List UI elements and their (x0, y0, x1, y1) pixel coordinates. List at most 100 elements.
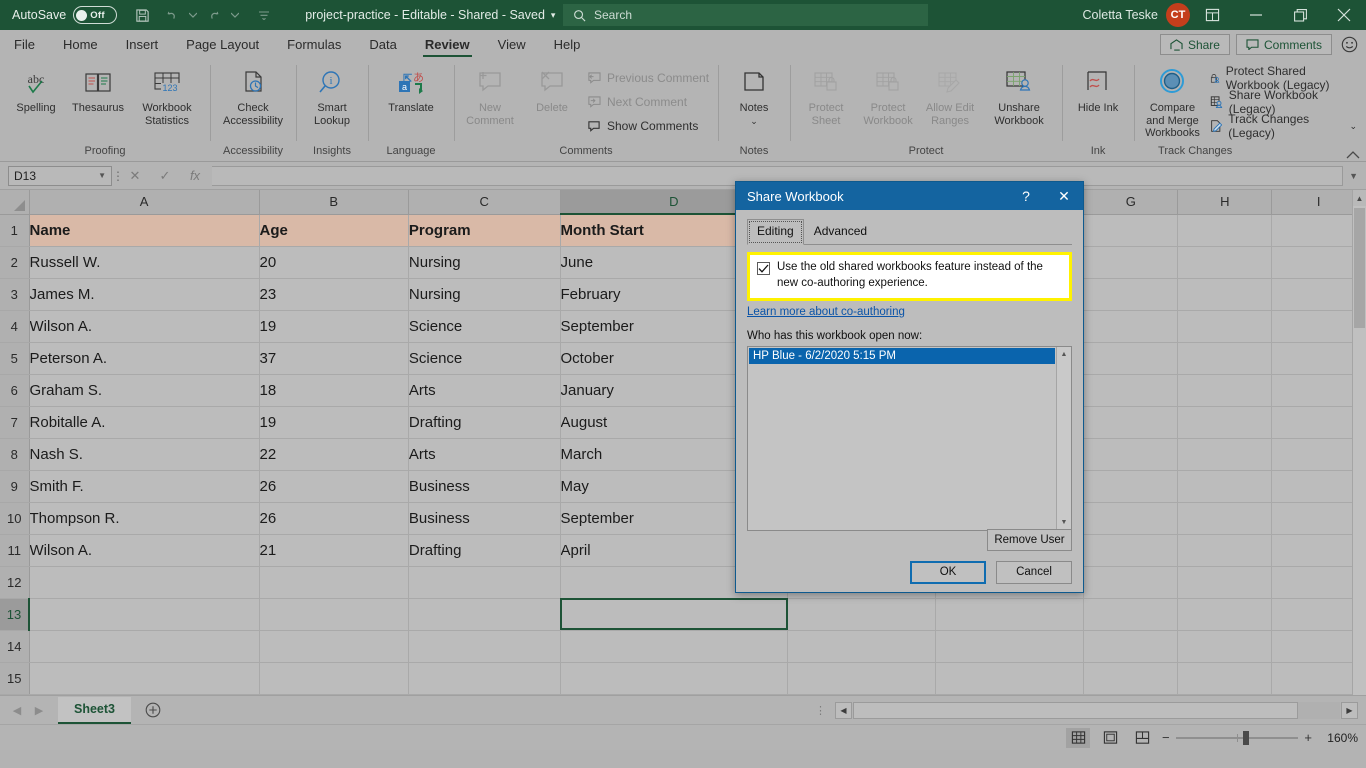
cell-C12[interactable] (408, 566, 561, 599)
tab-data[interactable]: Data (355, 30, 410, 59)
cell-C6[interactable]: Arts (408, 374, 561, 407)
vertical-scroll-thumb[interactable] (1354, 208, 1365, 328)
new-comment-button[interactable]: New Comment (459, 62, 521, 127)
add-sheet-icon[interactable] (145, 702, 161, 718)
remove-user-button[interactable]: Remove User (987, 529, 1072, 551)
vertical-scrollbar[interactable]: ▲ (1352, 190, 1366, 695)
cell-C2[interactable]: Nursing (408, 246, 561, 279)
horizontal-scrollbar[interactable]: ⋮ ◀ ▶ (815, 699, 1358, 721)
spelling-button[interactable]: abc Spelling (5, 62, 67, 115)
cell-G14[interactable] (1083, 630, 1179, 663)
protect-workbook-button[interactable]: Protect Workbook (857, 62, 919, 127)
compare-and-merge-workbooks-button[interactable]: Compare and Merge Workbooks (1139, 62, 1206, 140)
avatar[interactable]: CT (1166, 3, 1190, 27)
cell-H9[interactable] (1177, 470, 1273, 503)
cell-D15[interactable] (560, 662, 789, 695)
workbook-statistics-button[interactable]: 123 Workbook Statistics (129, 62, 205, 127)
cell-C14[interactable] (408, 630, 561, 663)
cell-B9[interactable]: 26 (259, 470, 409, 503)
cell-C8[interactable]: Arts (408, 438, 561, 471)
search-box[interactable]: Search (563, 4, 928, 26)
cell-F15[interactable] (935, 662, 1085, 695)
cancel-entry-icon[interactable]: ✕ (120, 168, 150, 184)
scroll-right-button[interactable]: ▶ (1341, 701, 1358, 719)
cell-G6[interactable] (1083, 374, 1179, 407)
cell-H3[interactable] (1177, 278, 1273, 311)
cell-A7[interactable]: Robitalle A. (29, 406, 260, 439)
cell-H1[interactable] (1177, 214, 1273, 247)
track-changes-legacy-button[interactable]: Track Changes (Legacy) ⌄ (1206, 112, 1361, 140)
redo-dropdown-icon[interactable] (229, 1, 241, 29)
cell-E14[interactable] (787, 630, 937, 663)
column-header-G[interactable]: G (1083, 190, 1179, 215)
cell-G10[interactable] (1083, 502, 1179, 535)
cell-B6[interactable]: 18 (259, 374, 409, 407)
cell-A13[interactable] (29, 598, 260, 631)
cell-G15[interactable] (1083, 662, 1179, 695)
cell-B13[interactable] (259, 598, 409, 631)
dialog-tab-advanced[interactable]: Advanced (804, 219, 877, 244)
autosave-toggle-group[interactable]: AutoSave Off (0, 6, 118, 24)
quick-access-toolbar[interactable] (127, 1, 279, 29)
cell-C10[interactable]: Business (408, 502, 561, 535)
cell-B4[interactable]: 19 (259, 310, 409, 343)
undo-dropdown-icon[interactable] (187, 1, 199, 29)
collapse-ribbon-icon[interactable] (1346, 151, 1360, 159)
next-comment-button[interactable]: Next Comment (583, 90, 713, 114)
row-header-13[interactable]: 13 (0, 598, 31, 631)
cell-B12[interactable] (259, 566, 409, 599)
undo-icon[interactable] (157, 1, 187, 29)
share-workbook-legacy-button[interactable]: Share Workbook (Legacy) (1206, 88, 1361, 116)
cell-H4[interactable] (1177, 310, 1273, 343)
cell-G5[interactable] (1083, 342, 1179, 375)
scroll-up-button[interactable]: ▲ (1352, 190, 1366, 206)
zoom-slider[interactable]: − + (1162, 730, 1312, 745)
cell-F14[interactable] (935, 630, 1085, 663)
share-button[interactable]: Share (1159, 34, 1230, 55)
horizontal-scroll-thumb[interactable] (853, 701, 1298, 719)
unshare-workbook-button[interactable]: Unshare Workbook (981, 62, 1057, 127)
customize-qat-icon[interactable] (249, 1, 279, 29)
row-header-14[interactable]: 14 (0, 630, 30, 663)
name-box[interactable]: D13 ▼ (8, 165, 112, 186)
listbox-scroll-up-icon[interactable]: ▲ (1057, 347, 1071, 362)
cell-A4[interactable]: Wilson A. (29, 310, 260, 343)
tab-view[interactable]: View (484, 30, 540, 59)
name-box-dropdown-icon[interactable]: ▼ (98, 171, 106, 180)
cell-B14[interactable] (259, 630, 409, 663)
tab-help[interactable]: Help (540, 30, 595, 59)
row-header-11[interactable]: 11 (0, 534, 30, 567)
cell-H6[interactable] (1177, 374, 1273, 407)
previous-comment-button[interactable]: Previous Comment (583, 66, 713, 90)
delete-comment-button[interactable]: Delete (521, 62, 583, 115)
cell-C15[interactable] (408, 662, 561, 695)
close-button[interactable] (1322, 0, 1366, 30)
minimize-button[interactable] (1234, 0, 1278, 30)
comments-button[interactable]: Comments (1235, 34, 1332, 55)
cell-H14[interactable] (1177, 630, 1273, 663)
tab-file[interactable]: File (0, 30, 49, 59)
row-header-7[interactable]: 7 (0, 406, 30, 439)
sheet-resize-handle[interactable]: ⋮ (815, 704, 827, 717)
cell-H2[interactable] (1177, 246, 1273, 279)
cell-C7[interactable]: Drafting (408, 406, 561, 439)
translate-button[interactable]: ⇱ あ a Translate (373, 62, 449, 115)
tab-page-layout[interactable]: Page Layout (172, 30, 273, 59)
cell-G12[interactable] (1083, 566, 1179, 599)
cell-B11[interactable]: 21 (259, 534, 409, 567)
cell-A10[interactable]: Thompson R. (29, 502, 260, 535)
cell-C9[interactable]: Business (408, 470, 561, 503)
cell-B10[interactable]: 26 (259, 502, 409, 535)
cell-B1[interactable]: Age (259, 214, 409, 247)
dialog-close-icon[interactable]: ✕ (1045, 188, 1083, 205)
cell-A8[interactable]: Nash S. (29, 438, 260, 471)
row-header-12[interactable]: 12 (0, 566, 30, 599)
cell-D14[interactable] (560, 630, 789, 663)
cell-H11[interactable] (1177, 534, 1273, 567)
zoom-out-icon[interactable]: − (1162, 730, 1170, 745)
check-accessibility-button[interactable]: Check Accessibility (215, 62, 291, 127)
cell-E13[interactable] (787, 598, 937, 631)
row-header-5[interactable]: 5 (0, 342, 30, 375)
zoom-level[interactable]: 160% (1320, 731, 1358, 745)
save-icon[interactable] (127, 1, 157, 29)
